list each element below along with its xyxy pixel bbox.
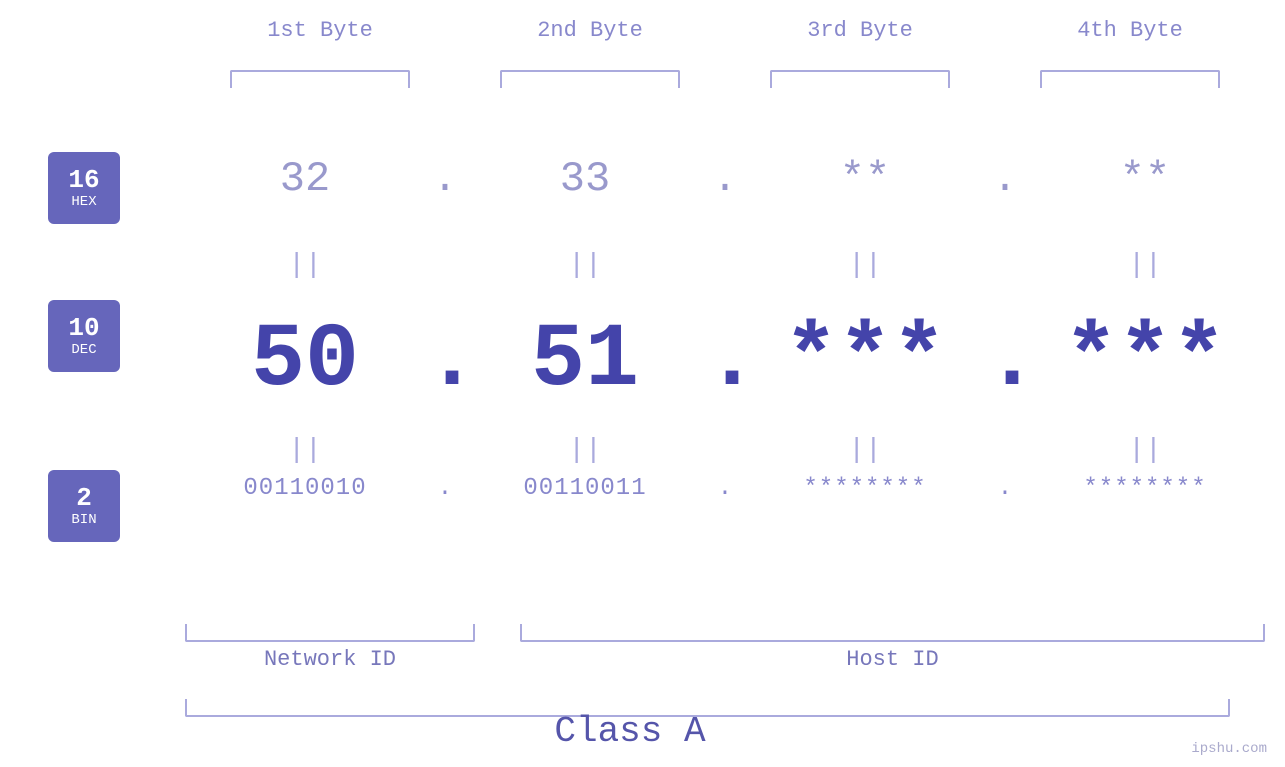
hex-data-row: 32 . 33 . ** . ** bbox=[185, 155, 1265, 203]
hex-dot1: . bbox=[425, 155, 465, 203]
watermark: ipshu.com bbox=[1191, 741, 1267, 757]
dec-dot3: . bbox=[985, 310, 1025, 412]
dec-badge-label: DEC bbox=[71, 342, 96, 358]
bin-byte1: 00110010 bbox=[185, 475, 425, 502]
byte4-header: 4th Byte bbox=[995, 18, 1265, 43]
host-id-label: Host ID bbox=[520, 647, 1265, 672]
byte1-bracket bbox=[185, 70, 455, 88]
eq3: || bbox=[745, 250, 985, 281]
byte3-bracket bbox=[725, 70, 995, 88]
eq7: || bbox=[745, 435, 985, 466]
dec-dot2: . bbox=[705, 310, 745, 412]
hex-dot2: . bbox=[705, 155, 745, 203]
bin-dot2: . bbox=[705, 475, 745, 502]
eq5: || bbox=[185, 435, 425, 466]
dec-byte4: *** bbox=[1025, 310, 1265, 412]
equals-dec-bin: || || || || bbox=[185, 435, 1265, 466]
hex-dot3: . bbox=[985, 155, 1025, 203]
equals-hex-dec: || || || || bbox=[185, 250, 1265, 281]
bin-badge: 2 BIN bbox=[48, 470, 120, 542]
bin-byte3: ******** bbox=[745, 475, 985, 502]
bottom-brackets bbox=[185, 624, 1265, 642]
dec-byte2: 51 bbox=[465, 310, 705, 412]
dec-data-row: 50 . 51 . *** . *** bbox=[185, 310, 1265, 412]
dec-byte3: *** bbox=[745, 310, 985, 412]
byte1-header: 1st Byte bbox=[185, 18, 455, 43]
byte3-header: 3rd Byte bbox=[725, 18, 995, 43]
hex-badge-num: 16 bbox=[68, 166, 99, 195]
hex-byte1: 32 bbox=[185, 155, 425, 203]
hex-badge-label: HEX bbox=[71, 194, 96, 210]
bin-dot1: . bbox=[425, 475, 465, 502]
dec-badge: 10 DEC bbox=[48, 300, 120, 372]
dec-dot1: . bbox=[425, 310, 465, 412]
byte4-bracket bbox=[995, 70, 1265, 88]
bin-byte4: ******** bbox=[1025, 475, 1265, 502]
eq6: || bbox=[465, 435, 705, 466]
bin-badge-label: BIN bbox=[71, 512, 96, 528]
class-label: Class A bbox=[0, 711, 1260, 752]
eq8: || bbox=[1025, 435, 1265, 466]
dec-byte1: 50 bbox=[185, 310, 425, 412]
eq2: || bbox=[465, 250, 705, 281]
eq1: || bbox=[185, 250, 425, 281]
bin-data-row: 00110010 . 00110011 . ******** . *******… bbox=[185, 475, 1265, 502]
eq4: || bbox=[1025, 250, 1265, 281]
hex-byte4: ** bbox=[1025, 155, 1265, 203]
bin-dot3: . bbox=[985, 475, 1025, 502]
hex-badge: 16 HEX bbox=[48, 152, 120, 224]
hex-byte3: ** bbox=[745, 155, 985, 203]
byte2-bracket bbox=[455, 70, 725, 88]
bin-badge-num: 2 bbox=[76, 484, 92, 513]
id-labels-row: Network ID Host ID bbox=[185, 647, 1265, 672]
byte2-header: 2nd Byte bbox=[455, 18, 725, 43]
dec-badge-num: 10 bbox=[68, 314, 99, 343]
host-bracket bbox=[520, 624, 1265, 642]
network-id-label: Network ID bbox=[185, 647, 475, 672]
network-bracket bbox=[185, 624, 475, 642]
hex-byte2: 33 bbox=[465, 155, 705, 203]
bin-byte2: 00110011 bbox=[465, 475, 705, 502]
